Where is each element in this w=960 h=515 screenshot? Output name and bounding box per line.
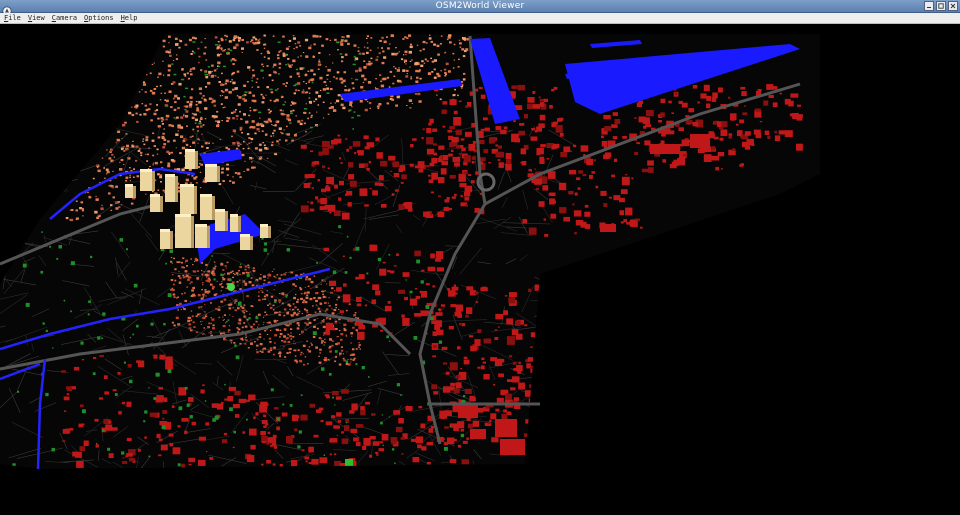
- window-title: OSM2World Viewer: [435, 1, 525, 11]
- viewer-window: OSM2World Viewer File View Camera Option…: [0, 0, 960, 515]
- map-render[interactable]: [0, 24, 960, 515]
- menu-help[interactable]: Help: [117, 13, 141, 23]
- title-bar[interactable]: OSM2World Viewer: [0, 0, 960, 16]
- minimize-icon[interactable]: [924, 1, 934, 11]
- menu-bar: File View Camera Options Help: [0, 13, 960, 24]
- close-icon[interactable]: [948, 1, 958, 11]
- green-roundabout: [227, 283, 235, 291]
- menu-file[interactable]: File: [0, 13, 24, 23]
- menu-camera[interactable]: Camera: [48, 13, 80, 23]
- menu-options[interactable]: Options: [80, 13, 117, 23]
- menu-view[interactable]: View: [24, 13, 48, 23]
- maximize-icon[interactable]: [936, 1, 946, 11]
- 3d-map-viewport[interactable]: [0, 24, 960, 515]
